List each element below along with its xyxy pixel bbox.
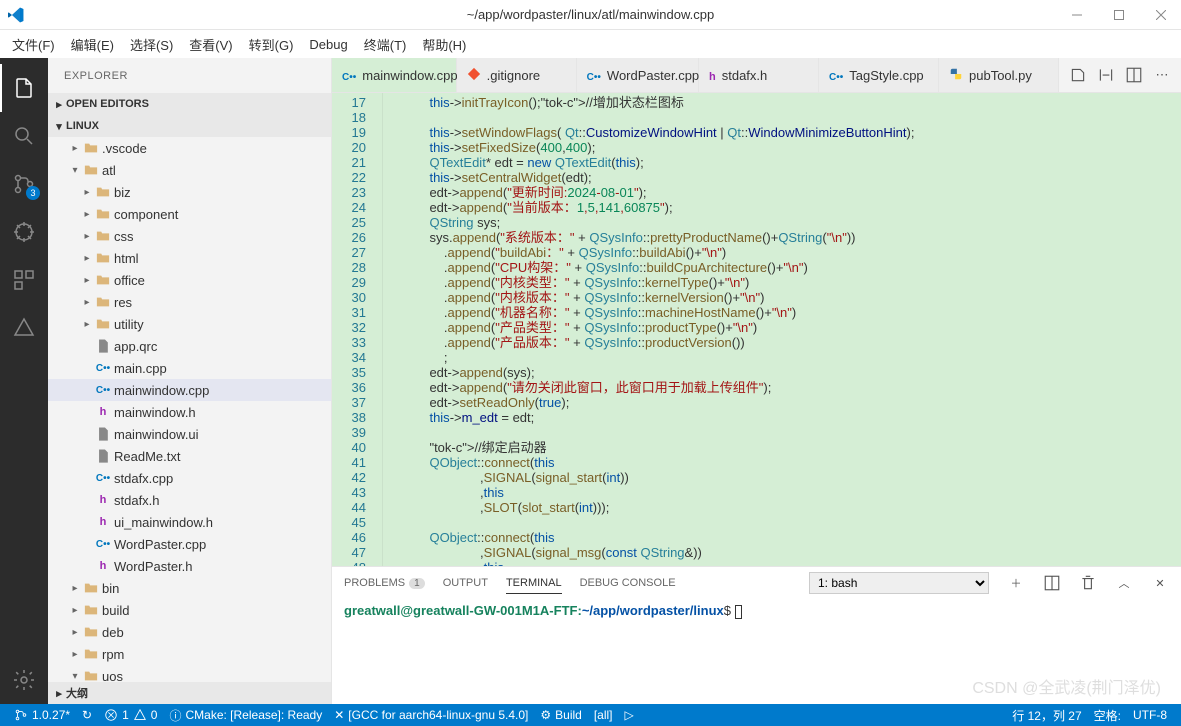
- menu-item[interactable]: Debug: [301, 33, 355, 56]
- split-editor-icon[interactable]: [1125, 66, 1143, 84]
- sb-kit[interactable]: ✕ [GCC for aarch64-linux-gnu 5.4.0]: [328, 708, 534, 722]
- sb-sync[interactable]: ↻: [76, 708, 98, 722]
- vscode-logo-icon: [8, 7, 24, 23]
- maximize-panel-icon[interactable]: ︿: [1115, 574, 1133, 592]
- sb-build[interactable]: ⚙ Build: [534, 708, 587, 722]
- panel-tab-problems[interactable]: PROBLEMS1: [344, 573, 425, 593]
- tree-file[interactable]: hmainwindow.h: [48, 401, 331, 423]
- editor-tab[interactable]: pubTool.py✕: [939, 58, 1059, 92]
- editor-tab[interactable]: C••TagStyle.cpp✕: [819, 58, 939, 92]
- explorer-icon[interactable]: [0, 64, 48, 112]
- section-workspace[interactable]: ▾LINUX: [48, 115, 331, 137]
- new-terminal-icon[interactable]: ＋: [1007, 574, 1025, 592]
- kill-terminal-icon[interactable]: [1079, 574, 1097, 592]
- section-outline[interactable]: ▸大纲: [48, 682, 331, 704]
- tree-file[interactable]: C••mainwindow.cpp: [48, 379, 331, 401]
- line-numbers: 1718192021222324252627282930313233343536…: [332, 93, 382, 566]
- menu-item[interactable]: 文件(F): [4, 31, 63, 58]
- menu-item[interactable]: 帮助(H): [414, 31, 474, 58]
- editor-tab[interactable]: C••mainwindow.cpp✕: [332, 58, 457, 92]
- search-icon[interactable]: [0, 112, 48, 160]
- tree-folder[interactable]: ▸.vscode: [48, 137, 331, 159]
- sidebar-title: EXPLORER: [48, 58, 331, 93]
- tree-file[interactable]: hWordPaster.h: [48, 555, 331, 577]
- menu-item[interactable]: 终端(T): [356, 31, 415, 58]
- terminal-cursor: [735, 605, 742, 619]
- sb-errors[interactable]: 1 0: [98, 708, 163, 722]
- tree-folder[interactable]: ▸biz: [48, 181, 331, 203]
- maximize-button[interactable]: [1099, 1, 1139, 29]
- terminal-select[interactable]: 1: bash: [809, 572, 989, 594]
- sb-encoding[interactable]: UTF-8: [1127, 708, 1173, 722]
- sb-debug[interactable]: ▷: [619, 708, 640, 722]
- compare-icon[interactable]: [1097, 66, 1115, 84]
- code-editor[interactable]: 1718192021222324252627282930313233343536…: [332, 93, 1181, 566]
- minimize-button[interactable]: [1057, 1, 1097, 29]
- terminal[interactable]: greatwall@greatwall-GW-001M1A-FTF:~/app/…: [332, 599, 1181, 704]
- editor-tabs-bar: C••mainwindow.cpp✕.gitignore✕C••WordPast…: [332, 58, 1181, 93]
- tree-folder[interactable]: ▸utility: [48, 313, 331, 335]
- menubar: 文件(F)编辑(E)选择(S)查看(V)转到(G)Debug终端(T)帮助(H): [0, 30, 1181, 58]
- tab-actions: ⋯: [1059, 58, 1181, 92]
- editor-tab[interactable]: .gitignore✕: [457, 58, 577, 92]
- titlebar: ~/app/wordpaster/linux/atl/mainwindow.cp…: [0, 0, 1181, 30]
- tree-folder[interactable]: ▸office: [48, 269, 331, 291]
- panel-tab-terminal[interactable]: TERMINAL: [506, 573, 562, 594]
- menu-item[interactable]: 编辑(E): [63, 31, 122, 58]
- tree-file[interactable]: hstdafx.h: [48, 489, 331, 511]
- window-title: ~/app/wordpaster/linux/atl/mainwindow.cp…: [467, 7, 715, 22]
- tree-folder[interactable]: ▸rpm: [48, 643, 331, 665]
- tree-file[interactable]: app.qrc: [48, 335, 331, 357]
- panel-tabs: PROBLEMS1 OUTPUT TERMINAL DEBUG CONSOLE …: [332, 567, 1181, 599]
- tree-file[interactable]: hui_mainwindow.h: [48, 511, 331, 533]
- explorer-sidebar: EXPLORER ▸OPEN EDITORS ▾LINUX ▸.vscode▾a…: [48, 58, 332, 704]
- status-bar: 1.0.27* ↻ 1 0 ⓘ CMake: [Release]: Ready …: [0, 704, 1181, 726]
- tree-folder[interactable]: ▸res: [48, 291, 331, 313]
- close-button[interactable]: [1141, 1, 1181, 29]
- code-content[interactable]: this->initTrayIcon();"tok-c">//增加状态栏图标 t…: [382, 93, 1181, 566]
- more-actions-icon[interactable]: ⋯: [1153, 66, 1171, 84]
- section-open-editors[interactable]: ▸OPEN EDITORS: [48, 93, 331, 115]
- tree-file[interactable]: C••main.cpp: [48, 357, 331, 379]
- debug-icon[interactable]: [0, 208, 48, 256]
- sb-target[interactable]: [all]: [588, 708, 619, 722]
- tree-folder[interactable]: ▸build: [48, 599, 331, 621]
- tree-file[interactable]: C••stdafx.cpp: [48, 467, 331, 489]
- tree-folder[interactable]: ▸html: [48, 247, 331, 269]
- tree-file[interactable]: mainwindow.ui: [48, 423, 331, 445]
- scm-badge: 3: [26, 186, 40, 200]
- tree-folder[interactable]: ▸css: [48, 225, 331, 247]
- bottom-panel: PROBLEMS1 OUTPUT TERMINAL DEBUG CONSOLE …: [332, 566, 1181, 704]
- tree-folder[interactable]: ▾atl: [48, 159, 331, 181]
- panel-tab-debug-console[interactable]: DEBUG CONSOLE: [580, 573, 676, 593]
- cmake-icon[interactable]: [0, 304, 48, 352]
- tree-folder[interactable]: ▸bin: [48, 577, 331, 599]
- tree-folder[interactable]: ▾uos: [48, 665, 331, 682]
- sb-branch[interactable]: 1.0.27*: [8, 708, 76, 722]
- open-changes-icon[interactable]: [1069, 66, 1087, 84]
- sb-spaces[interactable]: 空格:: [1088, 707, 1127, 724]
- tree-file[interactable]: ReadMe.txt: [48, 445, 331, 467]
- menu-item[interactable]: 查看(V): [181, 31, 240, 58]
- panel-tab-output[interactable]: OUTPUT: [443, 573, 488, 593]
- tree-file[interactable]: C••WordPaster.cpp: [48, 533, 331, 555]
- tree-folder[interactable]: ▸component: [48, 203, 331, 225]
- activity-bar: 3: [0, 58, 48, 704]
- sb-cmake[interactable]: ⓘ CMake: [Release]: Ready: [163, 707, 328, 724]
- editor-tab[interactable]: hstdafx.h✕: [699, 58, 819, 92]
- editor-area: C••mainwindow.cpp✕.gitignore✕C••WordPast…: [332, 58, 1181, 704]
- file-tree: ▸.vscode▾atl▸biz▸component▸css▸html▸offi…: [48, 137, 331, 682]
- sb-line-col[interactable]: 行 12，列 27: [1006, 707, 1087, 724]
- menu-item[interactable]: 转到(G): [241, 31, 302, 58]
- extensions-icon[interactable]: [0, 256, 48, 304]
- close-panel-icon[interactable]: ✕: [1151, 574, 1169, 592]
- split-terminal-icon[interactable]: [1043, 574, 1061, 592]
- editor-tab[interactable]: C••WordPaster.cpp✕: [577, 58, 699, 92]
- source-control-icon[interactable]: 3: [0, 160, 48, 208]
- settings-gear-icon[interactable]: [0, 656, 48, 704]
- tree-folder[interactable]: ▸deb: [48, 621, 331, 643]
- menu-item[interactable]: 选择(S): [122, 31, 181, 58]
